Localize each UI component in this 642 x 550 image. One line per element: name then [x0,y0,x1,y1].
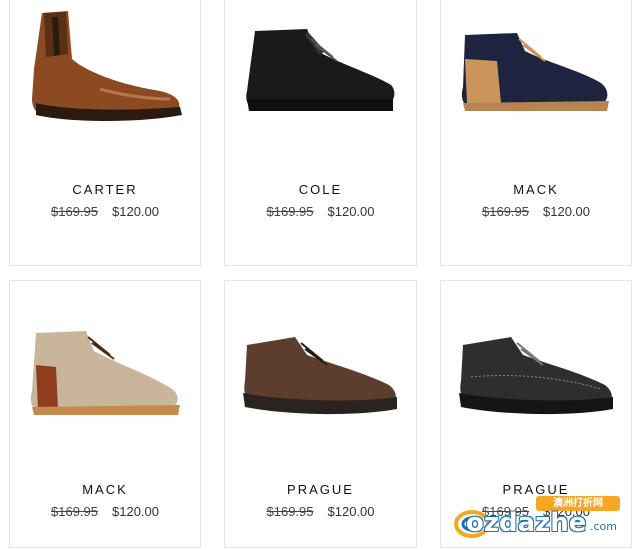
original-price: $169.95 [266,204,314,219]
product-price: $169.95 $120.00 [10,204,200,219]
product-image-brown-lace-up-shoe[interactable] [225,281,416,431]
product-price: $169.95 $120.00 [441,204,631,219]
watermark-suffix: .com [590,520,617,533]
product-card-cole[interactable]: COLE $169.95 $120.00 [224,0,417,266]
watermark-logo: ozdazhe [466,508,587,538]
product-card-mack-beige[interactable]: MACK $169.95 $120.00 [9,280,201,548]
sale-price: $120.00 [543,204,590,219]
product-image-beige-suede-boot[interactable] [10,281,200,431]
sale-price: $120.00 [112,504,159,519]
product-card-prague-brown[interactable]: PRAGUE $169.95 $120.00 [224,280,417,548]
product-name[interactable]: PRAGUE [225,482,416,497]
sale-price: $120.00 [327,204,375,219]
product-price: $169.95 $120.00 [225,204,416,219]
sale-price: $120.00 [327,504,375,519]
product-image-black-chukka-boot[interactable] [225,0,416,149]
original-price: $169.95 [51,504,98,519]
original-price: $169.95 [51,204,98,219]
product-name[interactable]: CARTER [10,182,200,197]
product-name[interactable]: COLE [225,182,416,197]
product-name[interactable]: MACK [441,182,631,197]
product-price: $169.95 $120.00 [225,504,416,519]
product-image-navy-suede-boot[interactable] [441,0,631,149]
original-price: $169.95 [482,204,529,219]
product-image-brown-chelsea-boot[interactable] [10,0,200,149]
original-price: $169.95 [266,504,314,519]
product-name[interactable]: MACK [10,482,200,497]
watermark: 澳洲打折网 ozdazhe .com [452,494,632,544]
sale-price: $120.00 [112,204,159,219]
product-card-carter[interactable]: CARTER $169.95 $120.00 [9,0,201,266]
product-card-mack-navy[interactable]: MACK $169.95 $120.00 [440,0,632,266]
product-price: $169.95 $120.00 [10,504,200,519]
product-image-black-lace-up-shoe[interactable] [441,281,631,431]
